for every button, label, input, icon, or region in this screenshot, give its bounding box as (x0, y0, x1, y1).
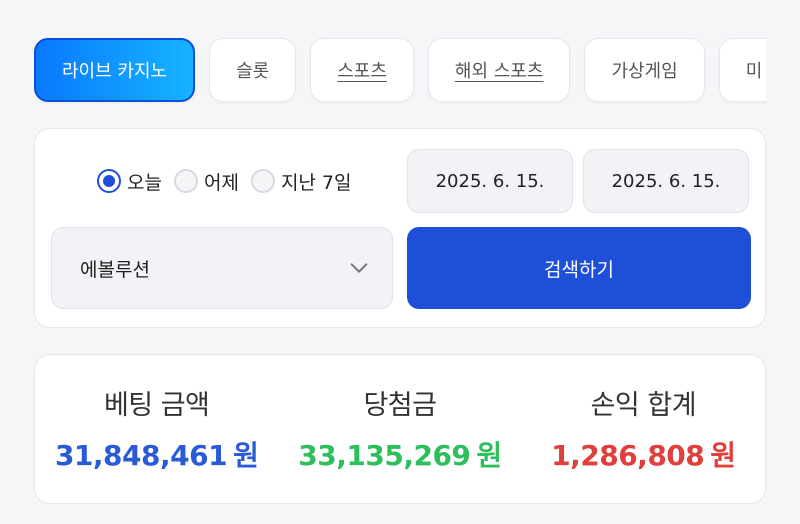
currency-unit: 원 (233, 439, 259, 472)
bet-amount-value-wrap: 31,848,461 원 (54, 434, 259, 474)
tab-label: 해외 스포츠 (454, 61, 544, 82)
summary-panel: 베팅 금액 31,848,461 원 당첨금 33,135,269 원 손익 합계 … (34, 354, 766, 504)
tab-label: 스포츠 (337, 61, 387, 82)
chevron-down-icon (350, 263, 368, 273)
radio-yesterday[interactable]: 어제 (173, 168, 239, 195)
tab-label: 가상게임 (611, 61, 678, 82)
profit-value: 1,286,808 (551, 439, 705, 472)
radio-label: 오늘 (127, 171, 162, 194)
tab-more[interactable]: 미 (718, 38, 766, 102)
tab-label: 라이브 카지노 (62, 61, 168, 82)
end-date-value: 2025. 6. 15. (611, 170, 721, 192)
radio-unchecked-icon (173, 169, 198, 193)
tab-slot[interactable]: 슬롯 (209, 38, 297, 102)
radio-checked-icon (97, 169, 121, 193)
radio-unchecked-icon (250, 169, 275, 193)
start-date-field[interactable]: 2025. 6. 15. (407, 149, 573, 213)
filter-panel: 오늘 어제 지난 7일 2025. 6. 15. 2025. 6. 15. 에볼… (34, 128, 766, 328)
radio-last-7-days[interactable]: 지난 7일 (250, 168, 352, 195)
tab-label: 미 (745, 61, 763, 82)
profit-stat: 손익 합계 1,286,808 원 (522, 355, 765, 503)
winnings-stat: 당첨금 33,135,269 원 (278, 355, 521, 503)
tab-live-casino[interactable]: 라이브 카지노 (34, 38, 196, 102)
profit-value-wrap: 1,286,808 원 (551, 434, 736, 474)
bet-amount-label: 베팅 금액 (103, 390, 210, 421)
radio-label: 어제 (203, 171, 239, 194)
profit-label: 손익 합계 (590, 390, 697, 421)
date-range-radio-group: 오늘 어제 지난 7일 (97, 165, 352, 197)
end-date-field[interactable]: 2025. 6. 15. (583, 149, 749, 213)
search-button[interactable]: 검색하기 (407, 227, 751, 309)
currency-unit: 원 (710, 439, 736, 472)
tab-overseas-sports[interactable]: 해외 스포츠 (427, 38, 571, 102)
tab-label: 슬롯 (236, 61, 270, 82)
start-date-value: 2025. 6. 15. (435, 170, 545, 192)
winnings-value-wrap: 33,135,269 원 (298, 434, 502, 474)
provider-select[interactable]: 에볼루션 (51, 227, 393, 309)
winnings-value: 33,135,269 (298, 439, 471, 472)
provider-select-value: 에볼루션 (80, 258, 150, 281)
currency-unit: 원 (476, 439, 502, 472)
tab-sports[interactable]: 스포츠 (310, 38, 414, 102)
bet-amount-value: 31,848,461 (54, 439, 228, 472)
tab-virtual-game[interactable]: 가상게임 (584, 38, 705, 102)
radio-label: 지난 7일 (280, 171, 352, 194)
winnings-label: 당첨금 (363, 390, 437, 421)
category-tabs: 라이브 카지노 슬롯 스포츠 해외 스포츠 가상게임 미 (34, 36, 766, 104)
bet-amount-stat: 베팅 금액 31,848,461 원 (35, 355, 278, 503)
radio-today[interactable]: 오늘 (97, 168, 162, 195)
